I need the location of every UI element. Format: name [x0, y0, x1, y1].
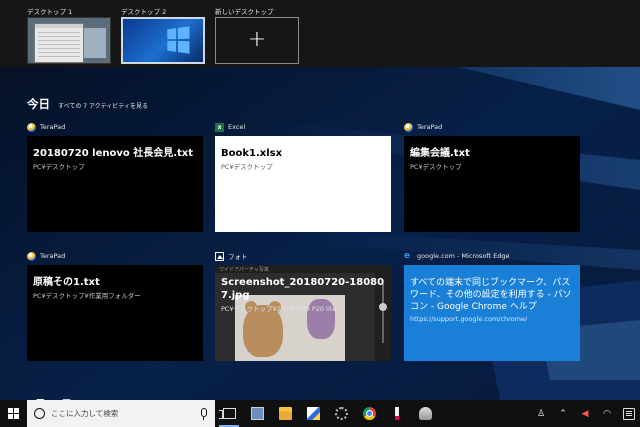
new-desktop-label: 新しいデスクトップ	[215, 8, 274, 16]
taskbar-app-button[interactable]	[411, 400, 439, 427]
virtual-desktop-thumbnail-selected[interactable]	[121, 17, 205, 64]
taskbar-app-button[interactable]	[243, 400, 271, 427]
plus-icon: +	[247, 27, 267, 52]
card-app-label: x Excel	[215, 121, 245, 133]
card-path: PC¥デスクトップ¥20180720 P20 lite	[221, 305, 337, 313]
card-title: Book1.xlsx	[221, 148, 283, 159]
settings-app-icon	[334, 407, 348, 420]
network-app-icon	[418, 407, 432, 420]
activity-card[interactable]: TeraPad 原稿その1.txt PC¥デスクトップ¥作業用フォルダー	[27, 250, 203, 362]
virtual-desktop-label: デスクトップ 2	[121, 8, 167, 16]
card-body[interactable]: 20180720 lenovo 社長会見.txt PC¥デスクトップ	[27, 136, 203, 232]
windows-logo-icon	[167, 26, 190, 54]
virtual-desktop-label: デスクトップ 1	[27, 8, 73, 16]
card-path: PC¥デスクトップ	[33, 163, 85, 171]
card-app-label: TeraPad	[27, 250, 65, 262]
card-body[interactable]: すべての端末で同じブックマーク、パスワード、その他の設定を利用する - パソコン…	[404, 265, 580, 361]
edge-icon: e	[404, 250, 411, 261]
cortana-icon	[34, 408, 45, 419]
thumbnail-title-bar: ワイドアパーチャ写真	[219, 267, 269, 273]
chrome-icon	[362, 407, 376, 420]
taskbar-app-button[interactable]	[383, 400, 411, 427]
card-app-label: TeraPad	[404, 121, 442, 133]
card-app-label: TeraPad	[27, 121, 65, 133]
card-title: Screenshot_20180720-180807.jpg	[221, 277, 385, 301]
card-body[interactable]: Book1.xlsx PC¥デスクトップ	[215, 136, 391, 232]
task-view-button[interactable]	[215, 400, 243, 427]
card-app-label: e google.com - Microsoft Edge	[404, 250, 510, 261]
virtual-desktop-thumbnail[interactable]	[27, 17, 111, 64]
action-center-icon	[623, 407, 635, 420]
taskbar-app-button[interactable]	[271, 400, 299, 427]
activity-card[interactable]: フォト ワイドアパーチャ写真 Screenshot_20180720-18080…	[215, 250, 391, 362]
task-view-icon	[218, 408, 236, 419]
edit-app-icon	[306, 407, 320, 420]
terapad-icon	[404, 122, 413, 132]
card-url: https://support.google.com/chrome/	[410, 315, 528, 323]
taskbar-app-button[interactable]	[327, 400, 355, 427]
card-title: 原稿その1.txt	[33, 277, 100, 288]
wifi-icon[interactable]: ◠	[596, 400, 618, 427]
card-title: 編集会議.txt	[410, 148, 470, 159]
timeline-section-header: 今日 すべての 7 アクティビティを見る	[27, 96, 148, 112]
card-path: PC¥デスクトップ	[410, 163, 462, 171]
photo-icon	[215, 251, 224, 261]
notification-button[interactable]	[618, 400, 640, 427]
search-box[interactable]: ここに入力して検索	[27, 400, 215, 427]
search-placeholder: ここに入力して検索	[51, 409, 119, 418]
activity-card[interactable]: e google.com - Microsoft Edge すべての端末で同じブッ…	[404, 250, 580, 362]
excel-icon: x	[215, 122, 224, 132]
card-body[interactable]: 原稿その1.txt PC¥デスクトップ¥作業用フォルダー	[27, 265, 203, 361]
card-path: PC¥デスクトップ¥作業用フォルダー	[33, 292, 141, 300]
terapad-icon	[27, 251, 36, 261]
system-tray: ♙ ⌃ ◀ ◠	[530, 400, 640, 427]
window-thumbnail	[34, 23, 84, 63]
see-all-activities-link[interactable]: すべての 7 アクティビティを見る	[58, 101, 148, 110]
monitor-app-icon	[250, 407, 264, 420]
activity-card[interactable]: TeraPad 20180720 lenovo 社長会見.txt PC¥デスクト…	[27, 121, 203, 233]
taskbar-app-button[interactable]	[299, 400, 327, 427]
chevron-up-icon[interactable]: ⌃	[552, 400, 574, 427]
activity-card[interactable]: x Excel Book1.xlsx PC¥デスクトップ	[215, 121, 391, 233]
people-icon[interactable]: ♙	[530, 400, 552, 427]
window-thumbnail	[84, 28, 106, 58]
section-title: 今日	[27, 97, 50, 111]
start-button[interactable]	[0, 400, 27, 427]
terapad-icon	[27, 122, 36, 132]
activity-card[interactable]: TeraPad 編集会議.txt PC¥デスクトップ	[404, 121, 580, 233]
card-path: PC¥デスクトップ	[221, 163, 273, 171]
red-flag-icon[interactable]: ◀	[574, 400, 596, 427]
virtual-desktop-bar: デスクトップ 1 デスクトップ 2 新しいデスクトップ +	[0, 0, 640, 67]
card-body[interactable]: 編集会議.txt PC¥デスクトップ	[404, 136, 580, 232]
new-desktop-button[interactable]: +	[215, 17, 299, 64]
folder-icon	[278, 407, 292, 420]
taskbar: ここに入力して検索 ♙ ⌃ ◀ ◠	[0, 400, 640, 427]
card-body[interactable]: ワイドアパーチャ写真 Screenshot_20180720-180807.jp…	[215, 265, 391, 361]
card-title: すべての端末で同じブックマーク、パスワード、その他の設定を利用する - パソコン…	[410, 278, 572, 312]
card-title: 20180720 lenovo 社長会見.txt	[33, 148, 194, 159]
taskbar-app-button[interactable]	[355, 400, 383, 427]
card-app-label: フォト	[215, 250, 248, 262]
microphone-icon[interactable]	[201, 408, 207, 420]
windows-logo-icon	[8, 408, 19, 419]
pen-app-icon	[395, 407, 399, 420]
